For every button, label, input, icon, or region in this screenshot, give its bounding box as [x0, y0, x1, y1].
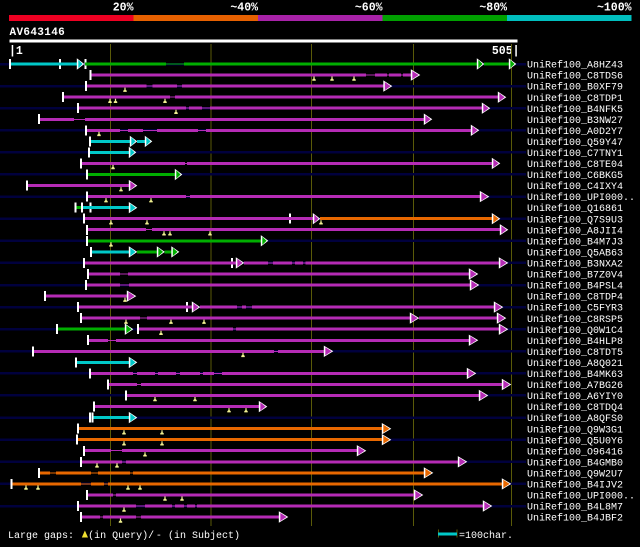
svg-text:UniRef100_A6YIY0: UniRef100_A6YIY0	[527, 391, 623, 403]
svg-text:~60%: ~60%	[355, 2, 383, 15]
svg-text:UniRef100_B4PSL4: UniRef100_B4PSL4	[527, 281, 623, 293]
svg-text:UniRef100_B4JBF2: UniRef100_B4JBF2	[527, 513, 623, 525]
svg-text:UniRef100_Q9W3G1: UniRef100_Q9W3G1	[527, 424, 623, 436]
svg-text:UniRef100_UPI000..: UniRef100_UPI000..	[527, 192, 635, 204]
svg-text:=100char.: =100char.	[459, 530, 513, 542]
svg-text:505|: 505|	[492, 45, 520, 58]
svg-text:UniRef100_B4GMB0: UniRef100_B4GMB0	[527, 457, 623, 469]
svg-text:UniRef100_C7TNY1: UniRef100_C7TNY1	[527, 148, 623, 160]
svg-text:UniRef100_C8RSP5: UniRef100_C8RSP5	[527, 314, 623, 326]
svg-text:UniRef100_C5FYR3: UniRef100_C5FYR3	[527, 303, 623, 315]
svg-text:UniRef100_B4MK63: UniRef100_B4MK63	[527, 369, 623, 381]
svg-text:|1: |1	[9, 45, 23, 58]
svg-text:UniRef100_A8HZ43: UniRef100_A8HZ43	[527, 60, 623, 72]
svg-text:UniRef100_A8QFS0: UniRef100_A8QFS0	[527, 413, 623, 425]
svg-text:UniRef100_A0D2Y7: UniRef100_A0D2Y7	[527, 126, 623, 138]
svg-text:UniRef100_A7BG26: UniRef100_A7BG26	[527, 380, 623, 392]
svg-text:UniRef100_A8Q021: UniRef100_A8Q021	[527, 358, 623, 370]
svg-text:UniRef100_Q5AB63: UniRef100_Q5AB63	[527, 248, 623, 260]
svg-text:UniRef100_B7Z0V4: UniRef100_B7Z0V4	[527, 270, 623, 282]
svg-text:UniRef100_C8TE04: UniRef100_C8TE04	[527, 159, 623, 171]
svg-text:UniRef100_Q59Y47: UniRef100_Q59Y47	[527, 137, 623, 149]
svg-text:~100%: ~100%	[597, 2, 632, 15]
svg-text:UniRef100_C8TDP4: UniRef100_C8TDP4	[527, 292, 623, 304]
svg-text:UniRef100_Q9W2U7: UniRef100_Q9W2U7	[527, 469, 623, 481]
svg-text:UniRef100_B4NFK5: UniRef100_B4NFK5	[527, 104, 623, 116]
svg-text:UniRef100_B4L8M7: UniRef100_B4L8M7	[527, 502, 623, 514]
svg-text:UniRef100_B4HLP8: UniRef100_B4HLP8	[527, 336, 623, 348]
svg-text:~80%: ~80%	[479, 2, 507, 15]
svg-text:UniRef100_B3NXA2: UniRef100_B3NXA2	[527, 259, 623, 271]
svg-text:UniRef100_O96416: UniRef100_O96416	[527, 446, 623, 458]
svg-text:UniRef100_C8TDQ4: UniRef100_C8TDQ4	[527, 402, 623, 414]
svg-text:UniRef100_Q16861: UniRef100_Q16861	[527, 203, 623, 215]
svg-text:~40%: ~40%	[230, 2, 258, 15]
svg-text:UniRef100_Q5U0Y6: UniRef100_Q5U0Y6	[527, 435, 623, 447]
svg-text:UniRef100_C8TDP1: UniRef100_C8TDP1	[527, 93, 623, 105]
svg-text:Large gaps:: Large gaps:	[8, 531, 80, 542]
svg-text:UniRef100_B3NW27: UniRef100_B3NW27	[527, 115, 623, 127]
svg-text:UniRef100_Q7S9U3: UniRef100_Q7S9U3	[527, 214, 623, 226]
svg-text:UniRef100_C8TDS6: UniRef100_C8TDS6	[527, 71, 623, 83]
svg-text:UniRef100_C6BKG5: UniRef100_C6BKG5	[527, 170, 623, 182]
svg-text:UniRef100_C4IXY4: UniRef100_C4IXY4	[527, 181, 623, 193]
svg-text:UniRef100_C8TDT5: UniRef100_C8TDT5	[527, 347, 623, 359]
svg-text:UniRef100_A8JII4: UniRef100_A8JII4	[527, 225, 623, 237]
svg-text:UniRef100_Q0W1C4: UniRef100_Q0W1C4	[527, 325, 623, 337]
svg-text:20%: 20%	[113, 2, 134, 15]
svg-text:(in Subject): (in Subject)	[162, 530, 240, 542]
svg-text:UniRef100_B4M7J3: UniRef100_B4M7J3	[527, 236, 623, 248]
svg-text:UniRef100_B0XF79: UniRef100_B0XF79	[527, 82, 623, 94]
svg-text:(in Query)/: (in Query)/	[88, 530, 154, 542]
svg-text:-: -	[156, 531, 162, 542]
svg-text:AV643146: AV643146	[10, 27, 66, 39]
svg-text:UniRef100_UPI000..: UniRef100_UPI000..	[527, 491, 635, 503]
svg-text:UniRef100_B4IJV2: UniRef100_B4IJV2	[527, 480, 623, 492]
